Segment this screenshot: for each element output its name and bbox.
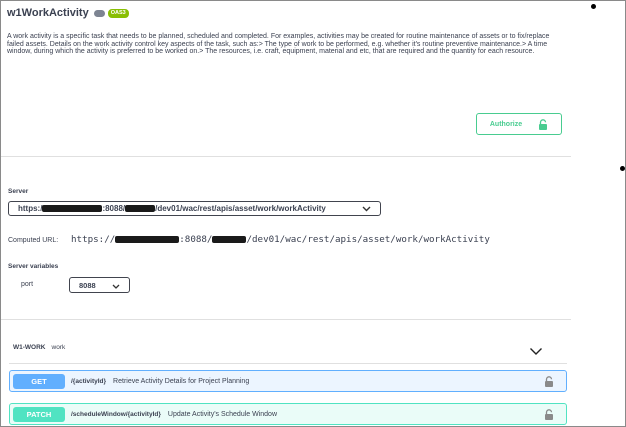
redacted-path xyxy=(125,205,156,212)
lock-icon[interactable] xyxy=(544,376,554,387)
operation-summary: Update Activity's Schedule Window xyxy=(167,410,278,418)
method-badge-get: GET xyxy=(13,373,65,389)
chevron-down-icon xyxy=(362,205,371,214)
operation-path: /{activityId} xyxy=(71,377,107,385)
computed-url-suffix: /dev01/wac/rest/apis/asset/work/workActi… xyxy=(246,234,490,245)
computed-url-value: https:// :8088/ /dev01/wac/rest/apis/asset… xyxy=(71,234,490,245)
api-description: A work activity is a specific task that … xyxy=(7,33,550,56)
tag-name: W1-WORK xyxy=(13,344,46,351)
tag-description: work xyxy=(51,344,66,351)
computed-url-port: :8088/ xyxy=(179,234,213,245)
operation-patch-schedule-window[interactable]: PATCH /scheduleWindow/{activityId} Updat… xyxy=(9,403,567,425)
info-header: w1WorkActivity OAS3 xyxy=(7,7,129,19)
stray-dot-right xyxy=(620,166,625,171)
operation-path: /scheduleWindow/{activityId} xyxy=(71,410,161,418)
port-label: port xyxy=(21,281,34,288)
server-url-suffix: /dev01/wac/rest/apis/asset/work/workActi… xyxy=(155,204,326,213)
authorize-label: Authorize xyxy=(489,120,523,128)
redacted-host xyxy=(115,236,180,243)
stray-dot-top xyxy=(591,4,596,9)
chevron-down-icon xyxy=(112,282,120,291)
chevron-down-icon[interactable] xyxy=(529,343,543,361)
operation-get-activity[interactable]: GET /{activityId} Retrieve Activity Deta… xyxy=(9,370,567,392)
server-url-port: :8088/ xyxy=(102,204,126,213)
server-label: Server xyxy=(8,188,29,195)
port-select[interactable]: 8088 xyxy=(69,277,130,293)
lock-icon xyxy=(538,118,548,130)
swagger-ui-window: w1WorkActivity OAS3 A work activity is a… xyxy=(0,0,626,427)
tag-section-header[interactable]: W1-WORK work xyxy=(13,344,543,351)
version-badge xyxy=(93,9,105,17)
api-title: w1WorkActivity xyxy=(7,7,89,19)
divider xyxy=(1,319,571,320)
server-url-prefix: https:/ xyxy=(18,204,43,213)
divider xyxy=(9,363,567,364)
port-value: 8088 xyxy=(79,280,96,290)
computed-url-label: Computed URL: xyxy=(8,237,59,244)
lock-icon[interactable] xyxy=(544,409,554,420)
redacted-path xyxy=(212,236,247,243)
authorize-button[interactable]: Authorize xyxy=(476,113,562,135)
server-select[interactable]: https:/ :8088/ /dev01/wac/rest/apis/asset/… xyxy=(8,201,381,216)
method-badge-patch: PATCH xyxy=(13,406,65,422)
server-variables-label: Server variables xyxy=(8,263,59,270)
redacted-host xyxy=(42,205,103,212)
computed-url-prefix: https:// xyxy=(71,234,116,245)
oas-badge: OAS3 xyxy=(107,8,129,18)
operation-summary: Retrieve Activity Details for Project Pl… xyxy=(113,377,250,385)
divider xyxy=(1,156,571,157)
